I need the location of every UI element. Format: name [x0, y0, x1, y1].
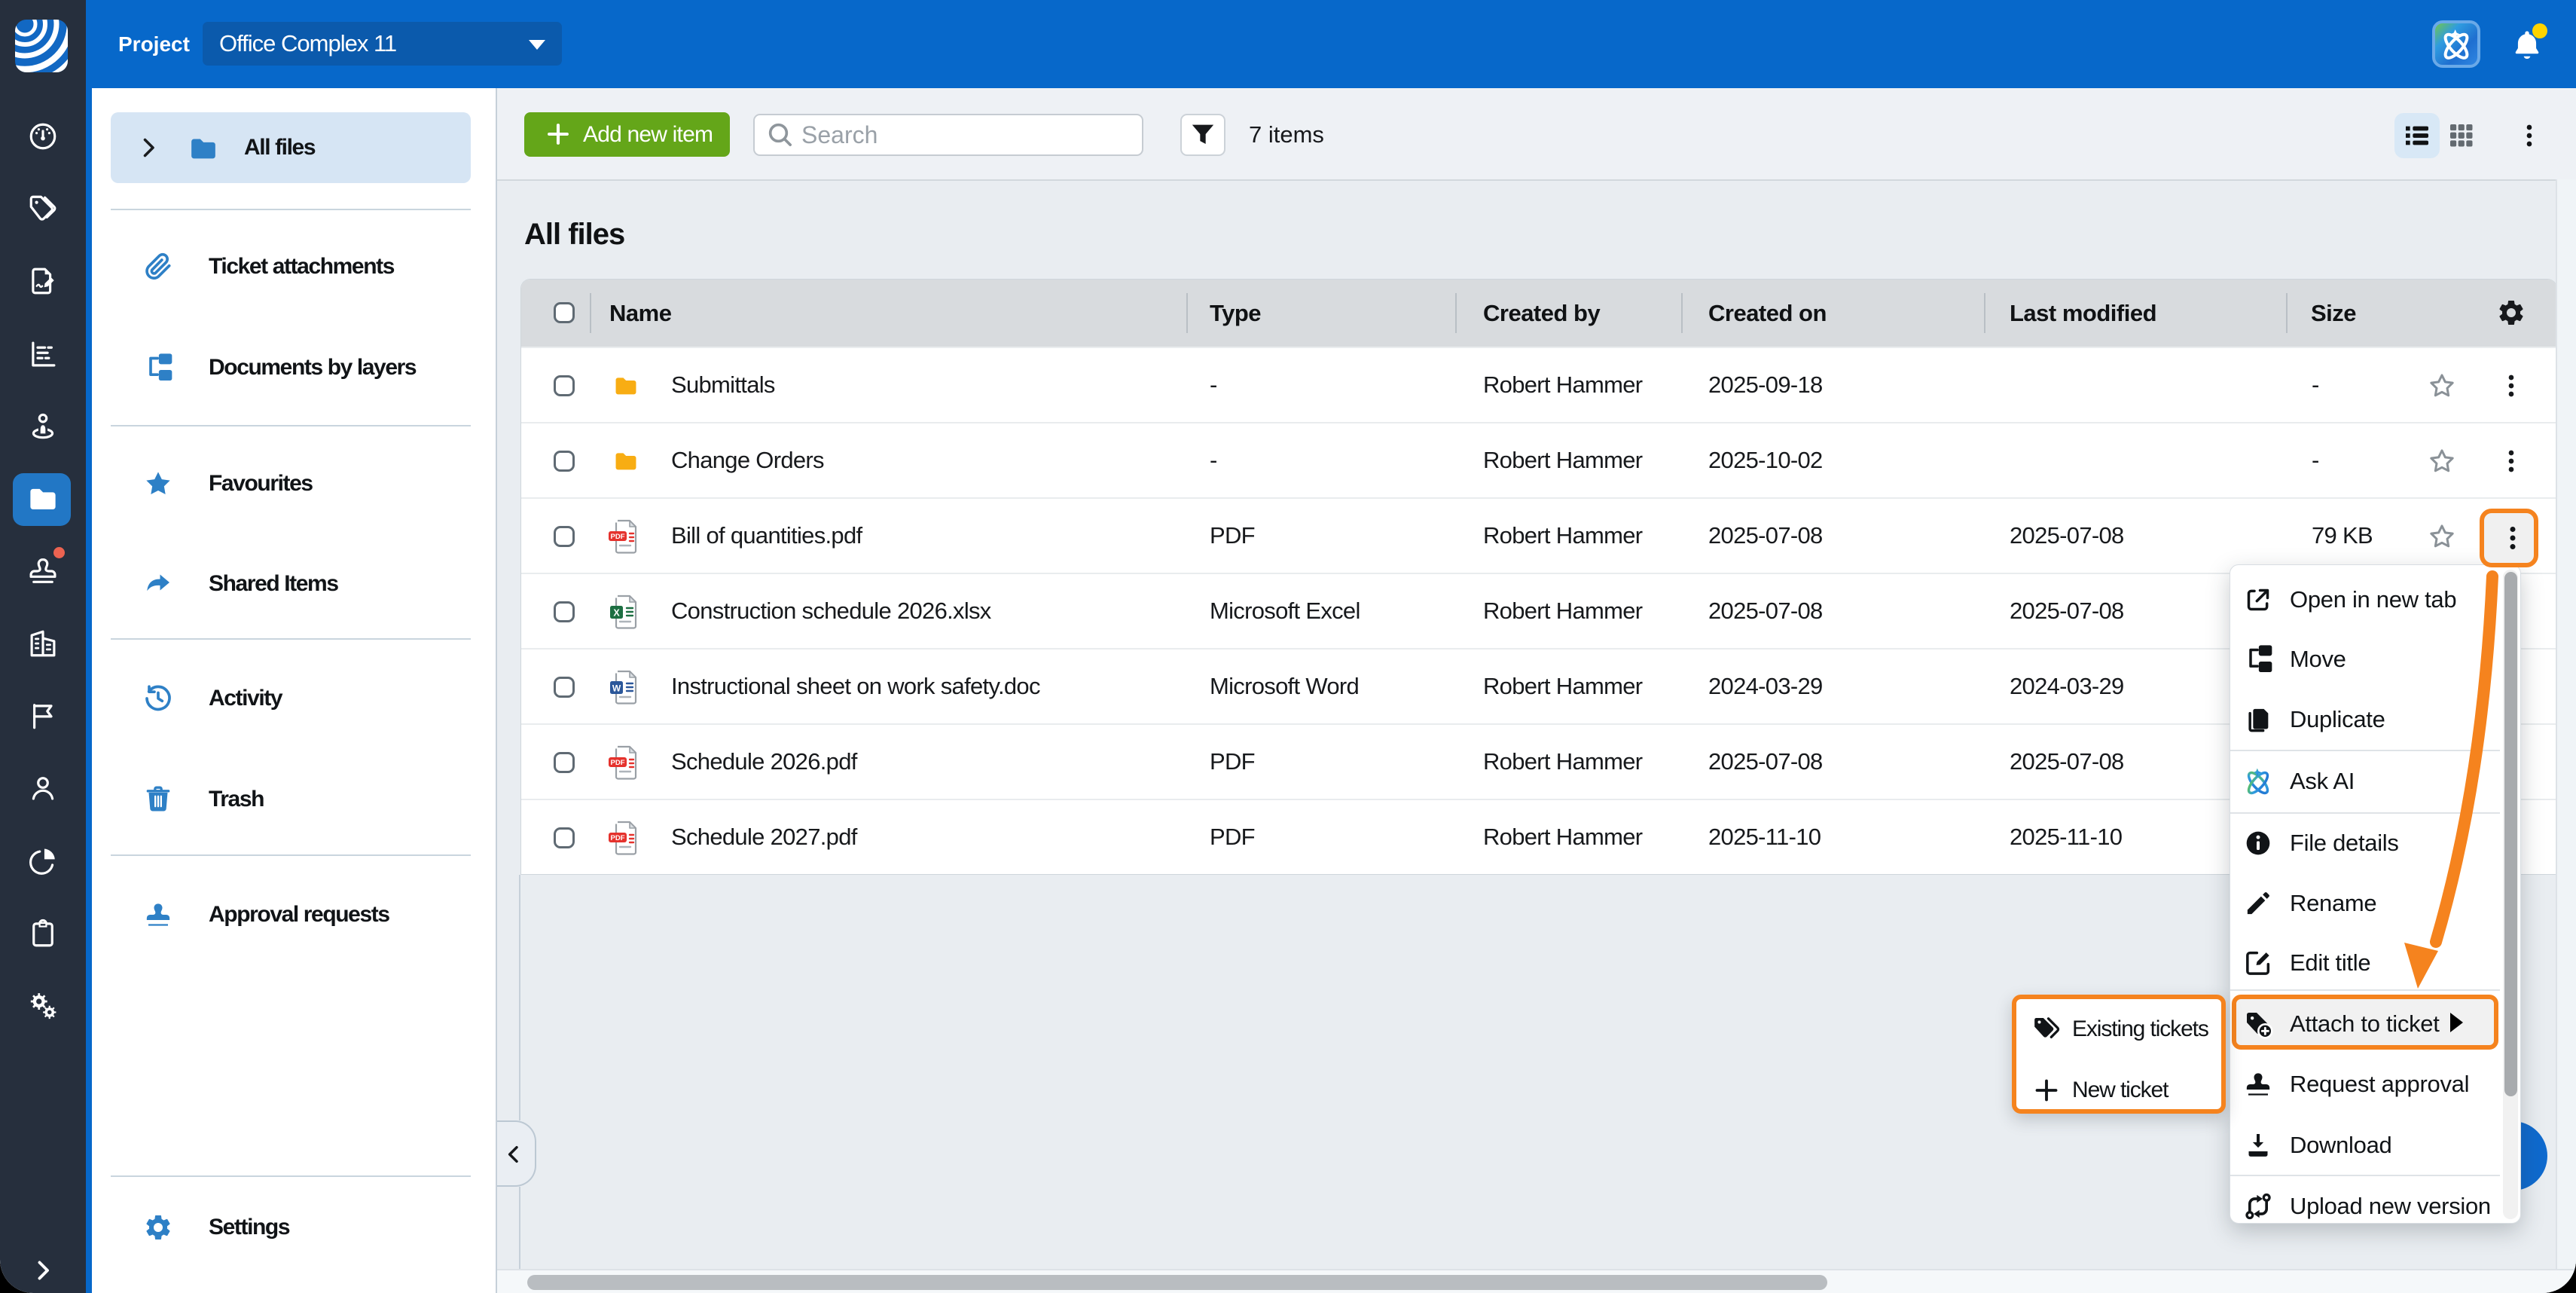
svg-text:PDF: PDF — [611, 834, 625, 842]
svg-text:W: W — [612, 683, 621, 694]
svg-text:X: X — [613, 608, 620, 619]
svg-text:PDF: PDF — [611, 759, 625, 767]
svg-text:PDF: PDF — [611, 533, 625, 541]
